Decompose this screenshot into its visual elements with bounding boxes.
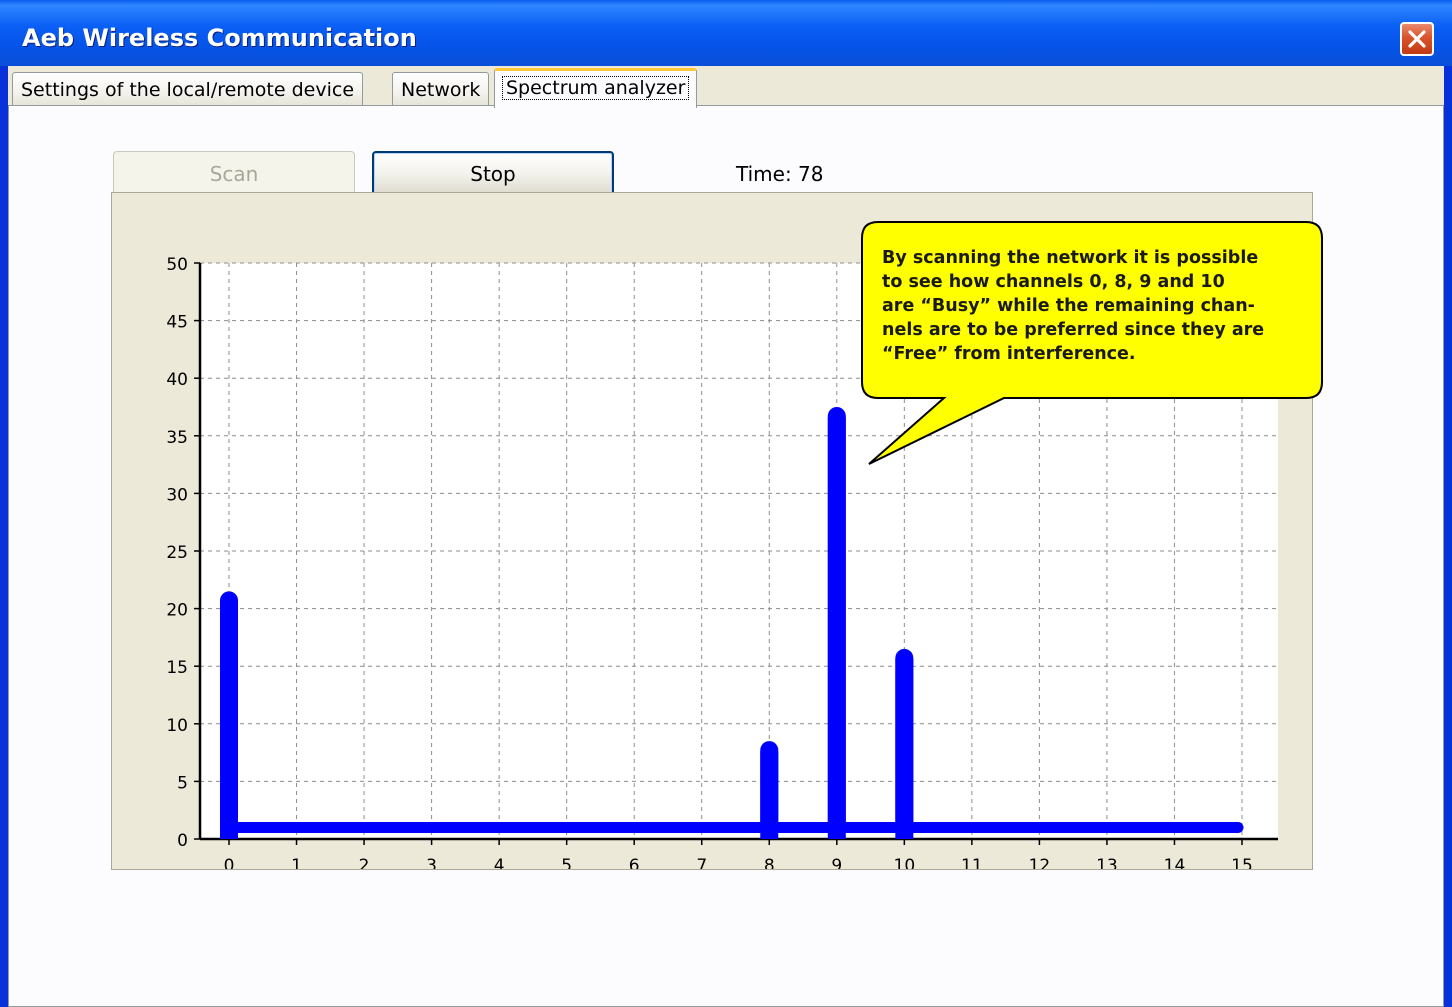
title-bar[interactable]: Aeb Wireless Communication	[0, 0, 1452, 66]
close-button[interactable]	[1400, 22, 1434, 56]
x-tick-label: 0	[224, 856, 235, 869]
x-tick-label: 1	[291, 856, 302, 869]
y-tick-label: 0	[177, 831, 188, 851]
callout-line: nels are to be preferred since they are	[882, 320, 1265, 340]
x-tick-label: 7	[696, 856, 707, 869]
x-tick-label: 5	[561, 856, 572, 869]
tab-settings-local-remote[interactable]: Settings of the local/remote device	[12, 72, 364, 106]
y-tick-label: 35	[166, 428, 188, 448]
bar-channel-8-body	[760, 751, 779, 839]
x-tick-label: 3	[426, 856, 437, 869]
x-tick-label: 9	[831, 856, 842, 869]
y-tick-label: 45	[166, 313, 188, 333]
y-tick-label: 10	[166, 716, 188, 736]
y-tick-label: 5	[177, 773, 188, 793]
bar-channel-0-body	[220, 601, 238, 839]
tab-label: Spectrum analyzer	[501, 76, 690, 100]
client-area: Settings of the local/remote device Netw…	[8, 66, 1444, 1007]
tab-spectrum-analyzer[interactable]: Spectrum analyzer	[494, 68, 698, 108]
x-tick-label: 10	[894, 856, 916, 869]
y-tick-label: 30	[166, 485, 188, 505]
y-tick-label: 40	[166, 370, 188, 390]
y-tick-label: 50	[166, 255, 188, 275]
x-tick-label: 8	[764, 856, 775, 869]
scan-button[interactable]: Scan	[113, 151, 355, 197]
tab-label: Settings of the local/remote device	[21, 79, 355, 101]
x-tick-label: 13	[1096, 856, 1118, 869]
y-tick-label: 20	[166, 601, 188, 621]
x-tick-label: 14	[1164, 856, 1186, 869]
app-window: Aeb Wireless Communication Settings of t…	[0, 0, 1452, 1007]
tab-network[interactable]: Network	[392, 72, 490, 106]
stop-button[interactable]: Stop	[372, 151, 614, 197]
callout-line: By scanning the network it is possible	[882, 248, 1259, 268]
close-icon	[1408, 30, 1426, 48]
time-readout: Time: 78	[736, 162, 824, 186]
y-tick-label: 15	[166, 658, 188, 678]
callout-text: By scanning the network it is possible t…	[882, 246, 1298, 366]
callout-line: are “Busy” while the remaining chan-	[882, 296, 1255, 316]
tab-label: Network	[401, 79, 481, 101]
callout-line: “Free” from interference.	[882, 344, 1136, 364]
x-tick-label: 2	[359, 856, 370, 869]
x-tick-label: 11	[961, 856, 983, 869]
x-tick-label: 6	[629, 856, 640, 869]
bar-channel-10-body	[895, 658, 914, 839]
bar-channel-9-body	[827, 417, 846, 839]
y-tick-label: 25	[166, 543, 188, 563]
x-tick-label: 15	[1231, 856, 1253, 869]
callout-line: to see how channels 0, 8, 9 and 10	[882, 272, 1225, 292]
window-title: Aeb Wireless Communication	[22, 24, 417, 52]
x-tick-label: 4	[494, 856, 505, 869]
x-tick-label: 12	[1029, 856, 1051, 869]
